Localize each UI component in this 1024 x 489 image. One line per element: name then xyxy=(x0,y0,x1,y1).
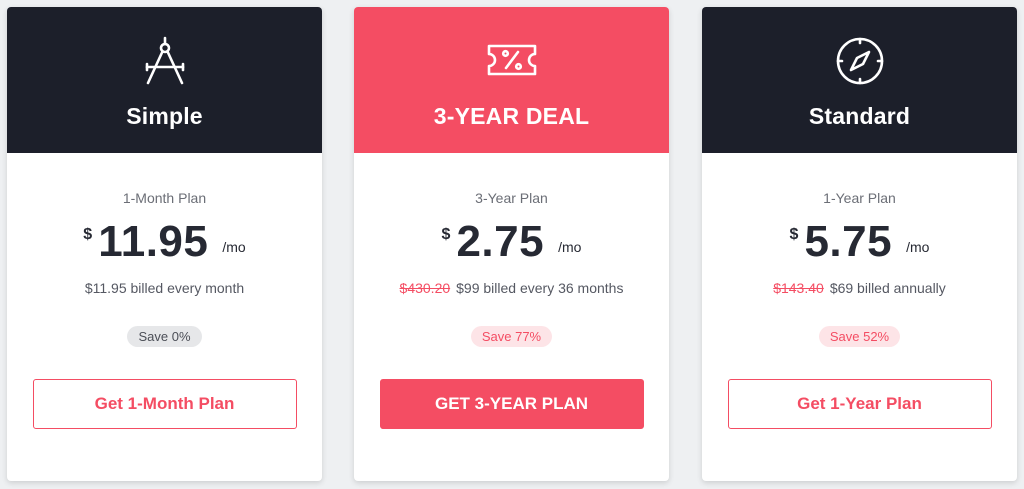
currency-symbol: $ xyxy=(83,226,93,243)
get-1-year-plan-button[interactable]: Get 1-Year Plan xyxy=(727,379,992,429)
plan-title: Simple xyxy=(126,103,203,129)
price-amount: 2.75 xyxy=(456,217,545,266)
savings-badge: Save 77% xyxy=(470,326,553,347)
currency-symbol: $ xyxy=(789,226,799,243)
billing-text: $99 billed every 36 months xyxy=(456,280,624,296)
original-price: $430.20 xyxy=(399,280,451,296)
currency-symbol: $ xyxy=(441,226,451,243)
price: $ 5.75 /mo xyxy=(790,220,930,266)
original-price: $143.40 xyxy=(773,280,824,296)
plan-card-standard: Standard 1-Year Plan $ 5.75 /mo $143.40 $… xyxy=(702,7,1017,481)
billing-text: $11.95 billed every month xyxy=(84,280,245,296)
price-period: /mo xyxy=(558,239,582,255)
price: $ 11.95 /mo xyxy=(83,220,245,266)
price-period: /mo xyxy=(906,239,930,255)
plan-header: 3-YEAR DEAL xyxy=(354,7,669,153)
price-amount: 11.95 xyxy=(98,217,209,266)
billing-info: $11.95 billed every month xyxy=(85,280,244,298)
compass-drafting-icon xyxy=(139,35,191,87)
get-3-year-plan-button[interactable]: GET 3-YEAR PLAN xyxy=(379,379,644,429)
plan-card-3-year-deal: 3-YEAR DEAL 3-Year Plan $ 2.75 /mo $430.… xyxy=(354,7,669,481)
plan-title: 3-YEAR DEAL xyxy=(433,103,590,129)
plan-name: 1-Year Plan xyxy=(823,190,896,206)
billing-info: $143.40 $69 billed annually xyxy=(773,280,946,298)
navigation-compass-icon xyxy=(834,35,886,87)
plan-header: Simple xyxy=(7,7,322,153)
savings-badge: Save 52% xyxy=(818,326,901,347)
discount-ticket-icon xyxy=(486,35,538,87)
billing-text: $69 billed annually xyxy=(829,280,946,296)
price-amount: 5.75 xyxy=(804,217,893,266)
plan-header: Standard xyxy=(702,7,1017,153)
plan-title: Standard xyxy=(808,103,911,129)
plan-name: 3-Year Plan xyxy=(475,190,548,206)
price: $ 2.75 /mo xyxy=(442,220,582,266)
get-1-month-plan-button[interactable]: Get 1-Month Plan xyxy=(32,379,297,429)
plan-card-simple: Simple 1-Month Plan $ 11.95 /mo $11.95 b… xyxy=(7,7,322,481)
savings-badge: Save 0% xyxy=(127,326,202,347)
billing-info: $430.20 $99 billed every 36 months xyxy=(400,280,624,298)
plan-name: 1-Month Plan xyxy=(122,190,207,206)
price-period: /mo xyxy=(222,239,246,255)
